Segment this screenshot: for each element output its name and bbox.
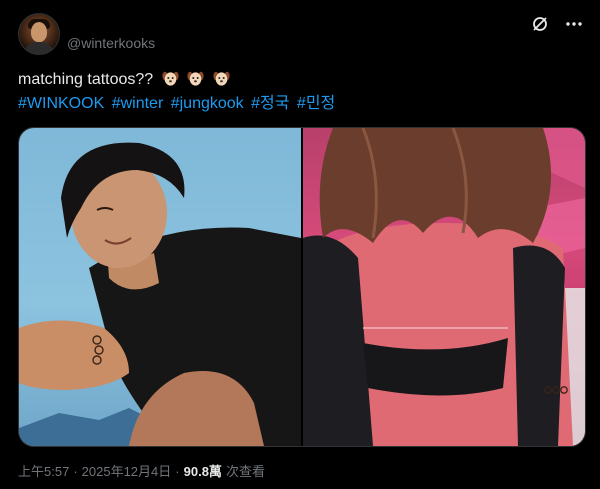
grok-icon[interactable] [530, 14, 550, 34]
tweet-meta: 上午5:57 · 2025年12月4日 · 90.8萬 次查看 [18, 461, 265, 480]
post-time[interactable]: 上午5:57 [18, 461, 69, 480]
views-label: 次查看 [225, 464, 265, 479]
hashtag-link[interactable]: #jungkook [171, 95, 244, 112]
tweet-hashtags: #WINKOOK #winter #jungkook #정국 #민정 [18, 92, 578, 116]
avatar[interactable] [18, 13, 60, 55]
author-handle[interactable]: @winterkooks [67, 35, 155, 51]
hashtag-link[interactable]: #민정 [297, 95, 335, 112]
tweet-body: matching tattoos?? [18, 71, 154, 88]
puppy-face-emoji [212, 70, 230, 87]
more-icon[interactable] [564, 14, 584, 34]
puppy-face-emoji [162, 70, 179, 87]
views-count[interactable]: 90.8萬 [184, 461, 222, 480]
avatar-body [23, 42, 55, 54]
tweet-actions [530, 14, 584, 34]
avatar-face [31, 22, 47, 42]
photo-man-arm-tattoo[interactable] [19, 128, 301, 446]
photo-woman-back-tattoo[interactable] [303, 128, 585, 446]
puppy-face-emoji [187, 70, 204, 87]
separator: · [175, 464, 180, 479]
tweet-text: matching tattoos?? #WINKOOK #winter #jun… [18, 68, 578, 116]
media-grid [18, 127, 586, 447]
hashtag-link[interactable]: #정국 [251, 95, 289, 112]
post-date[interactable]: 2025年12月4日 [82, 461, 172, 480]
hashtag-link[interactable]: #WINKOOK [18, 95, 104, 112]
tweet-text-line-1: matching tattoos?? [18, 68, 578, 92]
hashtag-link[interactable]: #winter [112, 95, 164, 112]
separator: · [73, 464, 78, 479]
